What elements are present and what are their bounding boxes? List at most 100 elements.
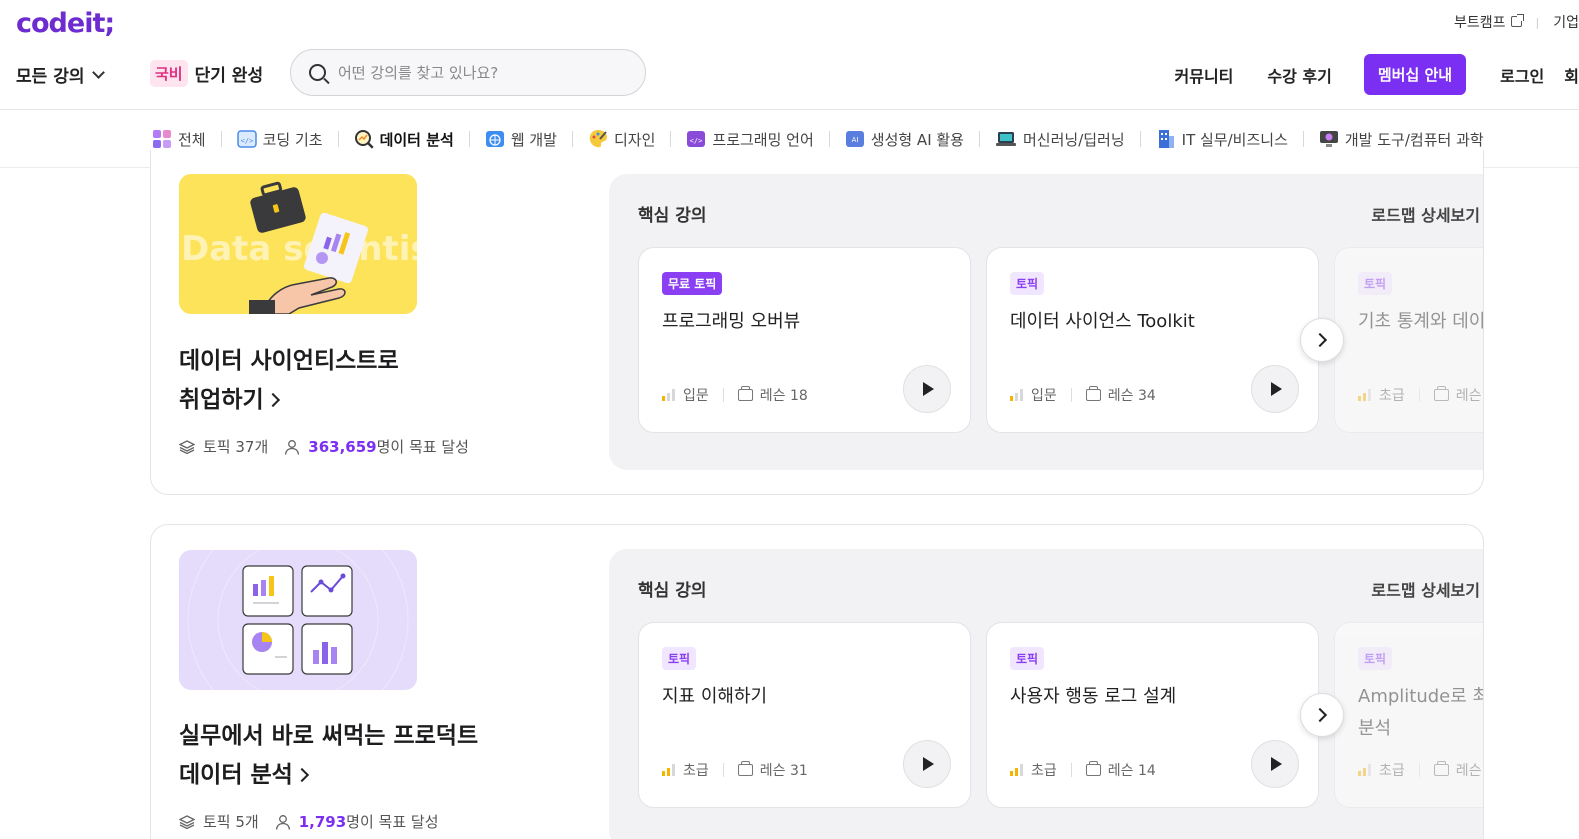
lesson-stack-icon bbox=[737, 386, 753, 401]
play-button[interactable] bbox=[1251, 740, 1299, 788]
site-header: codeit; 부트캠프 | 기업 모든 강의 국비 단기 완성 커뮤니티 수강… bbox=[0, 0, 1579, 110]
divider bbox=[722, 763, 724, 777]
community-link[interactable]: 커뮤니티 bbox=[1175, 63, 1234, 87]
roadmap-detail-link[interactable]: 로드맵 상세보기 bbox=[1371, 577, 1480, 601]
roadmap-card: Data scientist 데이터 사이언티스트로 취업하기 토픽 37개 3… bbox=[150, 150, 1484, 495]
lesson-meta: 입문 레슨 34 bbox=[1010, 385, 1156, 405]
play-icon bbox=[923, 757, 934, 771]
play-button[interactable] bbox=[903, 365, 951, 413]
search-input[interactable] bbox=[338, 63, 618, 82]
level-bars-icon bbox=[1358, 389, 1373, 401]
carousel-next-button[interactable] bbox=[1300, 318, 1344, 362]
svg-text:</>: </> bbox=[690, 137, 703, 145]
reviews-link[interactable]: 수강 후기 bbox=[1267, 63, 1331, 87]
play-button[interactable] bbox=[903, 740, 951, 788]
panel-title: 핵심 강의 bbox=[638, 206, 707, 226]
divider bbox=[1418, 763, 1420, 777]
code-window-icon: </> bbox=[236, 130, 257, 148]
ai-icon: AI bbox=[845, 131, 864, 147]
lesson-card[interactable]: 토픽 사용자 행동 로그 설계 초급 레슨 14 bbox=[986, 622, 1319, 808]
gukbi-short-course-link[interactable]: 국비 단기 완성 bbox=[150, 60, 263, 87]
chevron-right-icon bbox=[265, 392, 280, 408]
divider bbox=[979, 131, 980, 147]
membership-button[interactable]: 멤버십 안내 bbox=[1363, 54, 1467, 95]
level-bars-icon bbox=[1010, 764, 1025, 776]
divider bbox=[670, 131, 672, 147]
lesson-stack-icon bbox=[1085, 761, 1101, 776]
chevron-right-icon bbox=[1312, 332, 1328, 348]
monitor-icon bbox=[1319, 131, 1338, 147]
play-icon bbox=[1271, 382, 1282, 396]
lesson-meta: 초급 레슨 31 bbox=[662, 760, 808, 780]
core-lessons-panel: 핵심 강의 로드맵 상세보기 무료 토픽 프로그래밍 오버뷰 입문 레슨 18 … bbox=[609, 174, 1483, 470]
divider bbox=[1139, 131, 1141, 147]
product-analytics-illustration bbox=[187, 550, 409, 690]
course-meta: 토픽 5개 1,793 명이 목표 달성 bbox=[179, 811, 439, 832]
divider bbox=[722, 388, 724, 402]
building-icon bbox=[1158, 130, 1174, 148]
gukbi-badge: 국비 bbox=[150, 60, 188, 87]
enterprise-link[interactable]: 기업 bbox=[1553, 12, 1579, 32]
lesson-meta: 입문 레슨 18 bbox=[662, 385, 808, 405]
divider bbox=[1302, 131, 1304, 147]
codeit-logo[interactable]: codeit; bbox=[16, 8, 115, 39]
divider bbox=[571, 131, 573, 147]
course-title-link[interactable]: 데이터 사이언티스트로 취업하기 bbox=[179, 342, 539, 420]
lesson-card[interactable]: 토픽 지표 이해하기 초급 레슨 31 bbox=[638, 622, 971, 808]
course-thumbnail[interactable]: Data scientist bbox=[179, 174, 417, 314]
lesson-title: 사용자 행동 로그 설계 bbox=[1010, 686, 1177, 707]
grid-icon bbox=[153, 130, 171, 148]
thumbnail-background-text: Data scientist bbox=[181, 229, 417, 269]
roadmap-card: 실무에서 바로 써먹는 프로덕트 데이터 분석 토픽 5개 1,793 명이 목… bbox=[150, 524, 1484, 839]
search-bar[interactable] bbox=[290, 49, 646, 96]
course-title-link[interactable]: 실무에서 바로 써먹는 프로덕트 데이터 분석 bbox=[179, 717, 539, 795]
lesson-card[interactable]: 토픽 기초 통계와 데이 초급 레슨 bbox=[1334, 247, 1483, 433]
divider bbox=[1070, 763, 1072, 777]
globe-icon bbox=[485, 131, 504, 147]
login-link[interactable]: 로그인 bbox=[1500, 63, 1544, 87]
code-tag-icon: </> bbox=[687, 131, 706, 147]
svg-text:AI: AI bbox=[851, 136, 858, 144]
lesson-meta: 초급 레슨 bbox=[1358, 385, 1482, 405]
divider bbox=[1070, 388, 1072, 402]
topic-count: 토픽 37개 bbox=[203, 438, 269, 456]
chevron-down-icon bbox=[92, 65, 106, 79]
magnifier-chart-icon bbox=[354, 130, 374, 149]
level-bars-icon bbox=[662, 389, 677, 401]
course-thumbnail[interactable] bbox=[179, 550, 417, 690]
person-icon bbox=[275, 814, 290, 830]
svg-text:</>: </> bbox=[240, 137, 253, 145]
laptop-icon bbox=[996, 132, 1016, 146]
course-meta: 토픽 37개 363,659 명이 목표 달성 bbox=[179, 436, 469, 457]
lesson-stack-icon bbox=[1433, 386, 1449, 401]
divider bbox=[1418, 388, 1420, 402]
bootcamp-link[interactable]: 부트캠프 bbox=[1454, 12, 1524, 32]
header-nav: 커뮤니티 수강 후기 멤버십 안내 로그인 회 bbox=[1141, 54, 1579, 95]
chevron-right-icon bbox=[294, 767, 309, 783]
achiever-count: 363,659 bbox=[308, 437, 377, 456]
top-links: 부트캠프 | 기업 bbox=[1454, 12, 1579, 32]
external-link-icon bbox=[1510, 14, 1524, 27]
play-icon bbox=[923, 382, 934, 396]
roadmap-detail-link[interactable]: 로드맵 상세보기 bbox=[1371, 202, 1480, 226]
topic-tag: 토픽 bbox=[1358, 647, 1393, 670]
lesson-card[interactable]: 토픽 데이터 사이언스 Toolkit 입문 레슨 34 bbox=[986, 247, 1319, 433]
topic-tag: 토픽 bbox=[662, 647, 697, 670]
divider bbox=[828, 131, 830, 147]
divider bbox=[468, 131, 470, 147]
carousel-next-button[interactable] bbox=[1300, 693, 1344, 737]
signup-link[interactable]: 회 bbox=[1564, 63, 1579, 87]
achiever-count: 1,793 bbox=[298, 812, 347, 831]
lesson-stack-icon bbox=[1433, 761, 1449, 776]
all-courses-menu[interactable]: 모든 강의 bbox=[16, 62, 106, 87]
palette-icon bbox=[589, 130, 607, 148]
divider bbox=[337, 131, 339, 147]
play-button[interactable] bbox=[1251, 365, 1299, 413]
topic-tag: 토픽 bbox=[1358, 272, 1393, 295]
lesson-card[interactable]: 토픽 Amplitude로 최 분석 초급 레슨 bbox=[1334, 622, 1484, 808]
lesson-meta: 초급 레슨 14 bbox=[1010, 760, 1156, 780]
lesson-card[interactable]: 무료 토픽 프로그래밍 오버뷰 입문 레슨 18 bbox=[638, 247, 971, 433]
topic-count: 토픽 5개 bbox=[203, 813, 259, 831]
panel-title: 핵심 강의 bbox=[638, 581, 707, 601]
lesson-title: Amplitude로 최 분석 bbox=[1358, 686, 1484, 739]
